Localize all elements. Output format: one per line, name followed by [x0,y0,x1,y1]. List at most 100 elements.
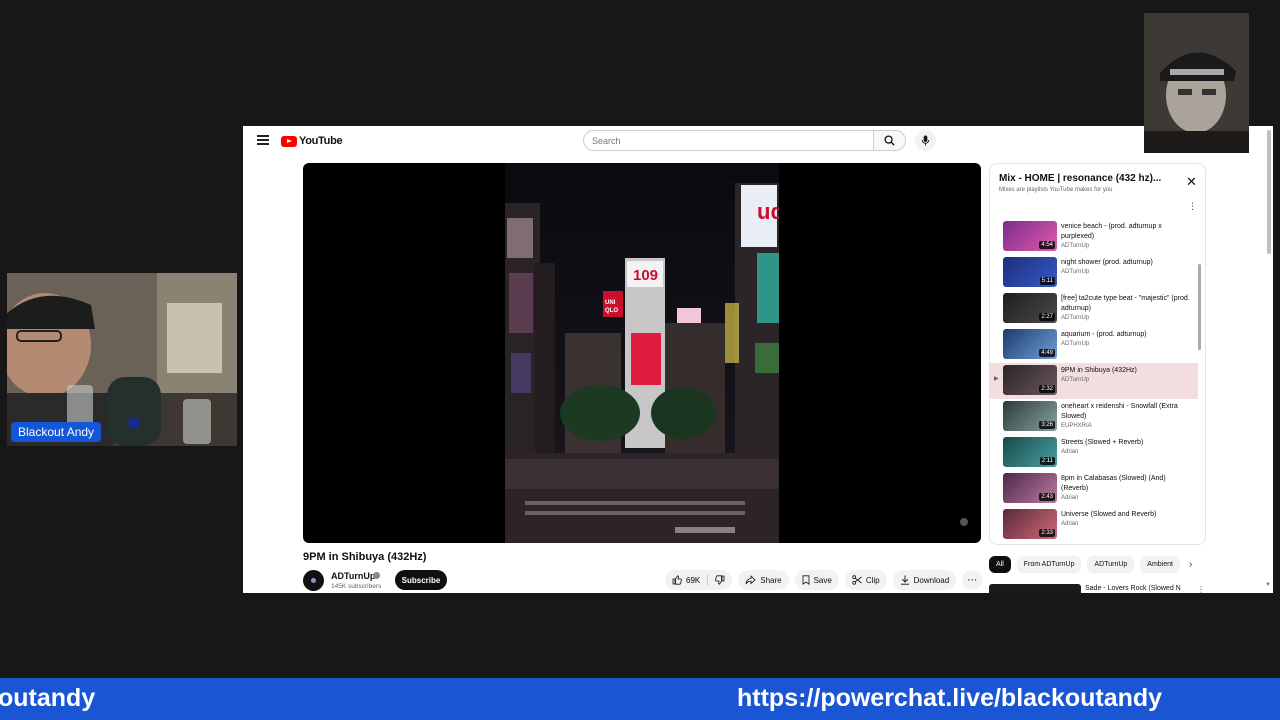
playlist-item-title[interactable]: oneheart x reidenshi - Snowfall (Extra S… [1061,402,1193,422]
playlist-item[interactable]: ▶ 2:32 9PM in Shibuya (432Hz) ADTurnUp [990,363,1198,399]
ticker-text-left: outandy [0,684,96,712]
video-duration: 2:43 [1039,493,1055,501]
playlist-item-title[interactable]: venice beach - (prod. adturnup x purplex… [1061,222,1193,242]
playlist-item[interactable]: 2:27 [free] ta2cute type beat - "majestic… [990,291,1198,327]
share-button[interactable]: Share [738,570,789,590]
mix-playlist-panel: Mix - HOME | resonance (432 hz)... Mixes… [989,163,1206,545]
playlist-item-channel: ADTurnUp [1061,243,1090,249]
bookmark-icon [802,575,809,585]
svg-text:109: 109 [633,267,658,284]
playlist-item[interactable]: 2:43 8pm in Calabasas (Slowed) (And) (Rev… [990,471,1198,507]
playlist-item-channel: Adrian [1061,449,1079,455]
playlist-item-title[interactable]: Universe (Slowed and Reverb) [1061,510,1193,520]
filter-chip[interactable]: From ADTurnUp [1016,556,1082,573]
playlist-menu-icon[interactable]: ⋮ [1188,202,1197,211]
verified-icon [373,572,380,579]
playlist-thumbnail[interactable]: 5:11 [1003,257,1057,287]
ticker-url: https://powerchat.live/blackoutandy [737,684,1163,712]
video-duration: 2:27 [1039,313,1055,321]
playlist-item[interactable]: 4:54 venice beach - (prod. adturnup x pur… [990,219,1198,255]
clip-label: Clip [865,575,880,585]
video-actions: 69K Share Save Clip Download ⋯ [665,570,983,590]
playlist-thumbnail[interactable]: 3:26 [1003,401,1057,431]
share-label: Share [760,575,782,585]
search-input[interactable] [583,130,874,151]
player-watermark-icon [960,518,968,526]
microphone-icon [921,135,930,146]
video-duration: 2:11 [1039,457,1055,465]
playlist-item-title[interactable]: aquarium - (prod. adturnup) [1061,330,1193,340]
playlist-item-channel: Adrian [1061,495,1079,501]
dislike-button[interactable] [708,570,732,590]
playlist-item-channel: EUPHXRIA [1061,423,1092,429]
save-button[interactable]: Save [794,570,839,590]
recommended-thumbnail[interactable] [989,584,1081,593]
close-icon[interactable]: ✕ [1186,175,1197,188]
playlist-item[interactable]: 3:26 oneheart x reidenshi - Snowfall (Ext… [990,399,1198,435]
webcam-guest [1144,13,1249,153]
youtube-play-icon [281,135,297,147]
thumbs-up-icon [672,575,682,585]
clip-button[interactable]: Clip [844,570,887,590]
playlist-item-title[interactable]: Streets (Slowed + Reverb) [1061,438,1193,448]
playlist-item[interactable]: 2:11 Streets (Slowed + Reverb) Adrian [990,435,1198,471]
playlist-item-title[interactable]: 9PM in Shibuya (432Hz) [1061,366,1193,376]
playlist-item-title[interactable]: [free] ta2cute type beat - "majestic" (p… [1061,294,1193,314]
recommended-title[interactable]: Sade - Lovers Rock (Slowed N [1085,585,1181,592]
playlist-item[interactable]: 5:11 night shower (prod. adturnup) ADTurnU… [990,255,1198,291]
playlist-subtitle: Mixes are playlists YouTube makes for yo… [999,187,1113,193]
playlist-scrollbar[interactable] [1198,264,1201,350]
more-actions-button[interactable]: ⋯ [962,570,983,590]
video-duration: 3:26 [1039,421,1055,429]
channel-name[interactable]: ADTurnUp [331,571,375,581]
playlist-item-title[interactable]: 8pm in Calabasas (Slowed) (And) (Reverb) [1061,474,1193,494]
download-label: Download [913,575,950,585]
subscriber-count: 145K subscribers [331,583,382,590]
playlist-thumbnail[interactable]: 2:43 [1003,473,1057,503]
page-scrollbar[interactable] [1267,130,1271,254]
playlist-item-channel: ADTurnUp [1061,377,1090,383]
playlist-thumbnail[interactable]: 2:27 [1003,293,1057,323]
playlist-item-channel: Adrian [1061,521,1079,527]
video-duration: 2:32 [1039,385,1055,393]
filter-chip[interactable]: All [989,556,1011,573]
now-playing-icon: ▶ [994,376,999,382]
voice-search-button[interactable] [915,130,936,151]
filter-chips: All From ADTurnUp ADTurnUp Ambient [989,556,1180,573]
youtube-logo[interactable]: YouTube [281,135,343,147]
scroll-down-arrow-icon[interactable]: ▼ [1265,582,1271,588]
playlist-item-title[interactable]: night shower (prod. adturnup) [1061,258,1193,268]
playlist-item[interactable]: 2:33 Universe (Slowed and Reverb) Adrian [990,507,1198,543]
recommended-video[interactable]: Sade - Lovers Rock (Slowed N ⋮ [989,582,1209,593]
playlist-title[interactable]: Mix - HOME | resonance (432 hz)... [999,173,1169,184]
playlist-thumbnail[interactable]: 2:11 [1003,437,1057,467]
chevron-right-icon[interactable]: › [1189,559,1192,570]
stream-canvas: YouTube Search uq 109 UNI QLO 9PM in Shi… [0,0,1280,720]
subscribe-button[interactable]: Subscribe [395,570,447,590]
video-duration: 4:54 [1039,241,1055,249]
save-label: Save [813,575,832,585]
download-button[interactable]: Download [892,570,957,590]
recommended-menu-icon[interactable]: ⋮ [1197,585,1205,593]
playlist-item-channel: ADTurnUp [1061,341,1090,347]
scissors-icon [852,575,862,585]
playlist-item[interactable]: 4:49 aquarium - (prod. adturnup) ADTurnUp [990,327,1198,363]
playlist-thumbnail[interactable]: 4:54 [1003,221,1057,251]
filter-chip[interactable]: Ambient [1140,556,1180,573]
video-duration: 2:33 [1039,529,1055,537]
more-horizontal-icon: ⋯ [967,574,978,586]
search-icon [884,135,895,146]
channel-avatar[interactable] [303,570,324,591]
search-button[interactable] [873,130,906,151]
playlist-thumbnail[interactable]: 2:32 [1003,365,1057,395]
playlist-thumbnail[interactable]: 4:49 [1003,329,1057,359]
playlist-thumbnail[interactable]: 2:33 [1003,509,1057,539]
hamburger-menu-icon[interactable] [257,135,269,145]
video-player[interactable]: uq 109 UNI QLO [303,163,981,543]
share-icon [745,575,756,585]
bottom-ticker: outandy https://powerchat.live/blackouta… [0,678,1280,720]
filter-chip[interactable]: ADTurnUp [1087,556,1135,573]
video-title: 9PM in Shibuya (432Hz) [303,551,427,563]
youtube-logo-text: YouTube [299,135,343,147]
like-button[interactable]: 69K [665,570,707,590]
